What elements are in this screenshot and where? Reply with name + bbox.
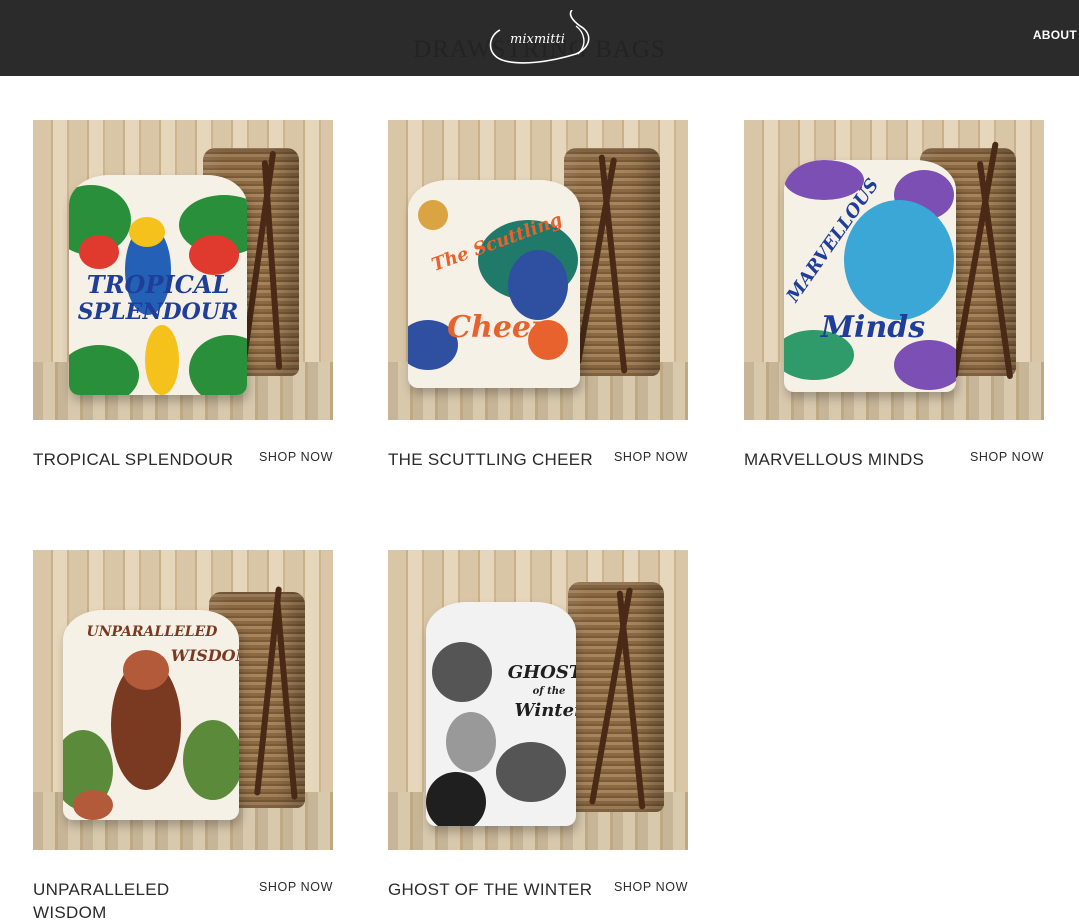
product-title[interactable]: GHOST OF THE WINTER <box>388 878 598 901</box>
shop-now-link[interactable]: SHOP NOW <box>614 880 688 894</box>
product-image[interactable]: TROPICAL SPLENDOUR <box>33 120 333 420</box>
bag-text: WISDOM <box>170 646 239 665</box>
bag-text: UNPARALLELED <box>86 624 218 640</box>
product-image[interactable]: MARVELLOUS Minds <box>744 120 1044 420</box>
site-logo[interactable]: mixmitti <box>480 9 598 68</box>
product-image[interactable]: GHOST of the Winter <box>388 550 688 850</box>
product-title[interactable]: UNPARALLELED WISDOM <box>33 878 193 924</box>
shop-now-link[interactable]: SHOP NOW <box>259 880 333 894</box>
bag-text: TROPICAL <box>86 270 230 299</box>
shop-now-link[interactable]: SHOP NOW <box>614 450 688 464</box>
shop-now-link[interactable]: SHOP NOW <box>970 450 1044 464</box>
product-card: The Scuttling Cheer THE SCUTTLING CHEER … <box>388 120 688 469</box>
bag-text: GHOST <box>507 662 576 683</box>
bag-illustration: The Scuttling Cheer <box>408 180 580 388</box>
bag-text: Minds <box>820 310 926 345</box>
product-title[interactable]: MARVELLOUS MINDS <box>744 448 954 471</box>
product-card: GHOST of the Winter GHOST OF THE WINTER … <box>388 550 688 899</box>
jute-roll <box>568 582 664 812</box>
product-card: UNPARALLELED WISDOM UNPARALLELED WISDOM … <box>33 550 333 922</box>
product-title[interactable]: THE SCUTTLING CHEER <box>388 448 598 471</box>
product-image[interactable]: UNPARALLELED WISDOM <box>33 550 333 850</box>
bag-illustration: MARVELLOUS Minds <box>784 160 956 392</box>
bag-text: SPLENDOUR <box>77 299 239 325</box>
product-card: TROPICAL SPLENDOUR TROPICAL SPLENDOUR SH… <box>33 120 333 469</box>
bag-illustration: UNPARALLELED WISDOM <box>63 610 239 820</box>
bag-illustration: TROPICAL SPLENDOUR <box>69 175 247 395</box>
shop-now-link[interactable]: SHOP NOW <box>259 450 333 464</box>
logo-mark: mixmitti <box>489 9 590 64</box>
product-image[interactable]: The Scuttling Cheer <box>388 120 688 420</box>
bag-text: Cheer <box>447 310 547 345</box>
bag-illustration: GHOST of the Winter <box>426 602 576 826</box>
bag-text: of the <box>532 686 566 697</box>
product-card: MARVELLOUS Minds MARVELLOUS MINDS SHOP N… <box>744 120 1044 469</box>
product-title[interactable]: TROPICAL SPLENDOUR <box>33 448 243 471</box>
logo-text: mixmitti <box>510 32 565 47</box>
nav-about-link[interactable]: ABOUT <box>1033 28 1077 42</box>
bag-text: Winter <box>514 700 576 721</box>
